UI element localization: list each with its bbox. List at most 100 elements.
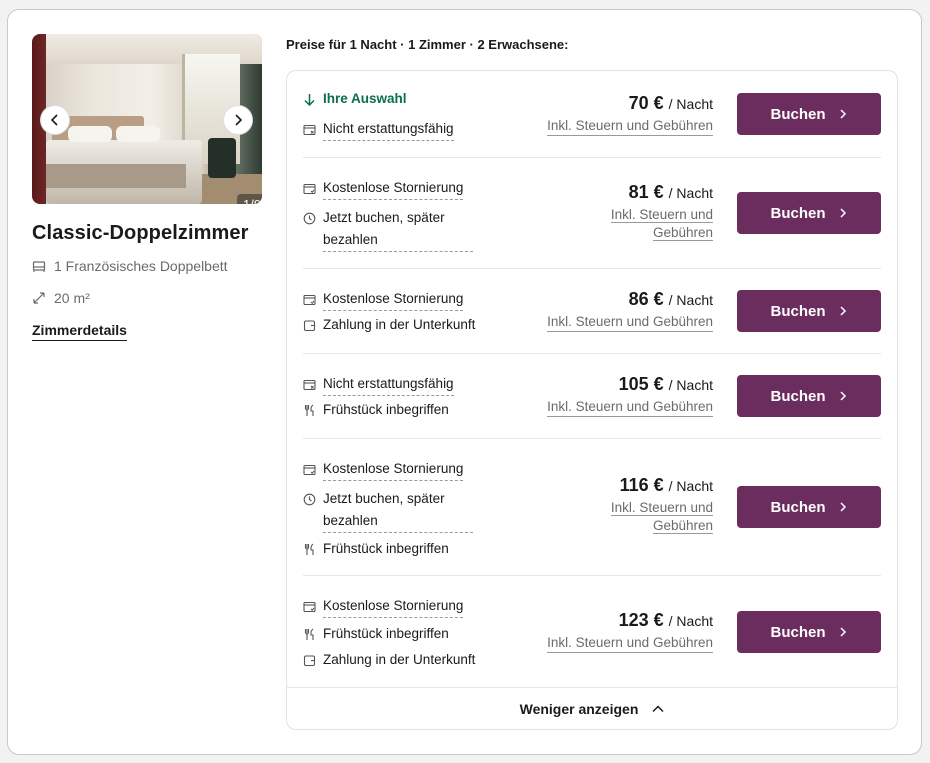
- previous-photo-button[interactable]: [40, 105, 70, 135]
- chevron-right-icon: [839, 208, 846, 218]
- calendar-check-icon: [303, 601, 316, 613]
- rate-feature: Jetzt buchen, später bezahlen: [303, 488, 473, 533]
- taxes-link[interactable]: Inkl. Steuern und Gebühren: [547, 313, 713, 332]
- taxes-link[interactable]: Inkl. Steuern und Gebühren: [598, 499, 713, 535]
- room-title: Classic-Doppelzimmer: [32, 222, 249, 244]
- chevron-right-icon: [839, 109, 846, 119]
- next-photo-button[interactable]: [223, 105, 253, 135]
- rate-feature: Jetzt buchen, später bezahlen: [303, 207, 473, 252]
- rate-feature-label: Frühstück inbegriffen: [323, 626, 449, 641]
- chevron-right-icon: [839, 627, 846, 637]
- rate-feature: Kostenlose Stornierung: [303, 595, 464, 618]
- room-details-link[interactable]: Zimmerdetails: [32, 322, 127, 341]
- book-button-label: Buchen: [770, 498, 826, 516]
- rate-feature-label[interactable]: Jetzt buchen, später bezahlen: [323, 488, 473, 533]
- size-label: 20 m²: [54, 290, 90, 306]
- book-button[interactable]: Buchen: [737, 290, 881, 332]
- taxes-link[interactable]: Inkl. Steuern und Gebühren: [547, 634, 713, 653]
- rate-feature-label[interactable]: Jetzt buchen, später bezahlen: [323, 207, 473, 252]
- clock-icon: [303, 493, 316, 506]
- rate-option: Kostenlose Stornierung Jetzt buchen, spä…: [303, 439, 881, 576]
- book-button[interactable]: Buchen: [737, 375, 881, 417]
- calendar-check-icon: [303, 294, 316, 306]
- photo-counter: 1/9: [237, 194, 262, 204]
- rate-feature-label: Zahlung in der Unterkunft: [323, 317, 476, 332]
- rate-list: Ihre Auswahl Nicht erstattungsfähig 70 €…: [286, 70, 898, 730]
- taxes-link[interactable]: Inkl. Steuern und Gebühren: [598, 206, 713, 242]
- rate-feature: Kostenlose Stornierung: [303, 177, 464, 200]
- book-button-label: Buchen: [770, 105, 826, 123]
- cutlery-icon: [304, 404, 314, 416]
- chevron-left-icon: [50, 114, 58, 126]
- book-button-label: Buchen: [770, 302, 826, 320]
- rate-option: Kostenlose Stornierung Jetzt buchen, spä…: [303, 158, 881, 269]
- calendar-x-icon: [303, 379, 316, 391]
- chevron-right-icon: [235, 114, 243, 126]
- rate-feature: Frühstück inbegriffen: [303, 538, 449, 560]
- price-unit: / Nacht: [668, 185, 713, 201]
- rate-feature: Kostenlose Stornierung: [303, 458, 464, 481]
- rate-price: 81 € / Nacht Inkl. Steuern und Gebühren: [598, 182, 713, 242]
- show-less-label: Weniger anzeigen: [519, 700, 639, 717]
- chevron-right-icon: [839, 306, 846, 316]
- calendar-check-icon: [303, 183, 316, 195]
- rate-price: 105 € / Nacht Inkl. Steuern und Gebühren: [547, 374, 713, 417]
- arrow-down-icon: [304, 94, 315, 106]
- rate-feature: Zahlung in der Unterkunft: [303, 314, 475, 336]
- book-button-label: Buchen: [770, 204, 826, 222]
- price-value: 123 €: [618, 610, 664, 630]
- rate-feature-label[interactable]: Kostenlose Stornierung: [323, 458, 464, 481]
- cutlery-icon: [304, 628, 314, 640]
- price-value: 86 €: [628, 289, 664, 309]
- price-unit: / Nacht: [668, 478, 713, 494]
- rate-feature-label[interactable]: Kostenlose Stornierung: [323, 177, 464, 200]
- prices-heading: Preise für 1 Nacht · 1 Zimmer · 2 Erwach…: [286, 37, 569, 52]
- rate-feature-label[interactable]: Nicht erstattungsfähig: [323, 373, 454, 396]
- rate-feature: Frühstück inbegriffen: [303, 623, 449, 645]
- price-value: 70 €: [628, 93, 664, 113]
- wallet-icon: [303, 655, 316, 667]
- rate-price: 70 € / Nacht Inkl. Steuern und Gebühren: [547, 93, 713, 136]
- rate-feature: Frühstück inbegriffen: [303, 399, 449, 421]
- chevron-right-icon: [839, 391, 846, 401]
- chevron-up-icon: [652, 704, 664, 712]
- rate-price: 123 € / Nacht Inkl. Steuern und Gebühren: [547, 610, 713, 653]
- rate-option: Nicht erstattungsfähig Frühstück inbegri…: [303, 354, 881, 439]
- taxes-link[interactable]: Inkl. Steuern und Gebühren: [547, 117, 713, 136]
- clock-icon: [303, 212, 316, 225]
- book-button[interactable]: Buchen: [737, 93, 881, 135]
- book-button-label: Buchen: [770, 387, 826, 405]
- book-button[interactable]: Buchen: [737, 611, 881, 653]
- rate-feature-label[interactable]: Kostenlose Stornierung: [323, 595, 464, 618]
- rate-feature: Nicht erstattungsfähig: [303, 118, 454, 141]
- wallet-icon: [303, 320, 316, 332]
- bed-info: 1 Französisches Doppelbett: [32, 258, 228, 274]
- chevron-right-icon: [839, 502, 846, 512]
- price-value: 81 €: [628, 182, 664, 202]
- expand-icon: [33, 292, 45, 304]
- calendar-x-icon: [303, 124, 316, 136]
- bed-icon: [32, 261, 46, 272]
- rate-feature-label[interactable]: Kostenlose Stornierung: [323, 288, 464, 311]
- book-button-label: Buchen: [770, 623, 826, 641]
- rate-feature-label: Ihre Auswahl: [323, 91, 407, 106]
- rate-feature-label: Frühstück inbegriffen: [323, 541, 449, 556]
- book-button[interactable]: Buchen: [737, 486, 881, 528]
- size-info: 20 m²: [32, 290, 90, 306]
- price-unit: / Nacht: [668, 377, 713, 393]
- rate-option: Kostenlose Stornierung Zahlung in der Un…: [303, 269, 881, 354]
- price-unit: / Nacht: [668, 613, 713, 629]
- rate-feature: Kostenlose Stornierung: [303, 288, 464, 311]
- rate-option: Kostenlose Stornierung Frühstück inbegri…: [303, 576, 881, 688]
- show-less-button[interactable]: Weniger anzeigen: [287, 687, 897, 729]
- rate-feature: Ihre Auswahl: [303, 88, 407, 110]
- price-unit: / Nacht: [668, 292, 713, 308]
- rate-feature-label: Frühstück inbegriffen: [323, 402, 449, 417]
- rate-feature: Nicht erstattungsfähig: [303, 373, 454, 396]
- rate-feature-label[interactable]: Nicht erstattungsfähig: [323, 118, 454, 141]
- rate-price: 86 € / Nacht Inkl. Steuern und Gebühren: [547, 289, 713, 332]
- rate-option: Ihre Auswahl Nicht erstattungsfähig 70 €…: [303, 71, 881, 158]
- room-card: 1/9 Classic-Doppelzimmer 1 Französisches…: [7, 9, 922, 755]
- taxes-link[interactable]: Inkl. Steuern und Gebühren: [547, 398, 713, 417]
- book-button[interactable]: Buchen: [737, 192, 881, 234]
